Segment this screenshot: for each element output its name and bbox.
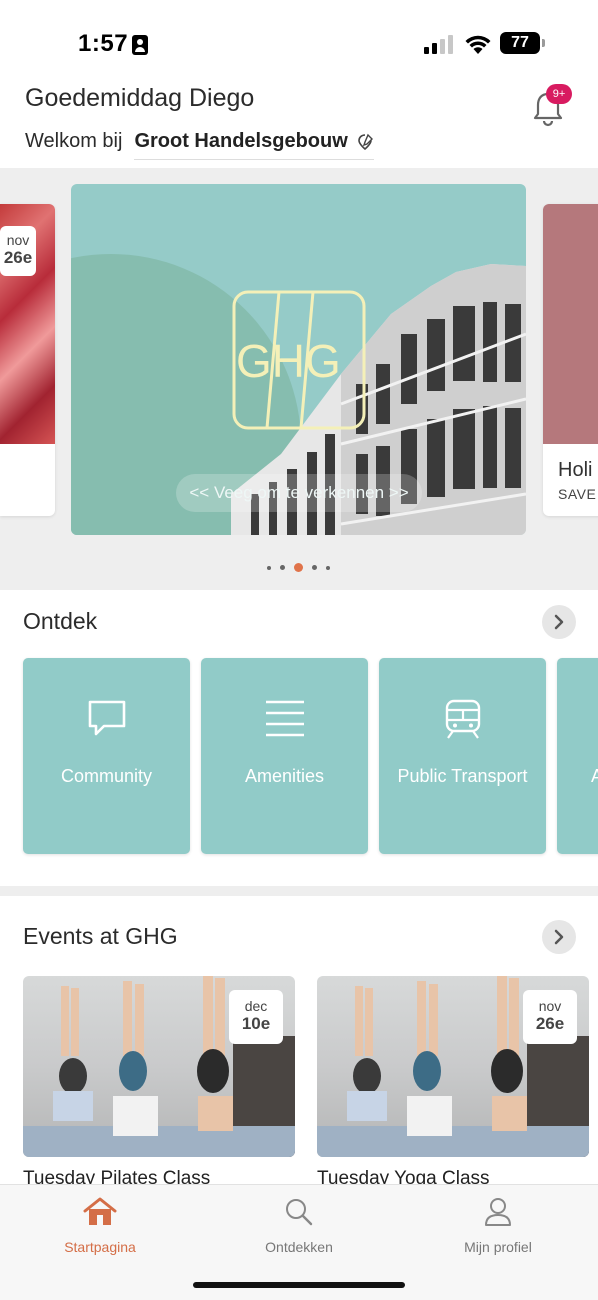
event-image: dec 10e	[23, 976, 295, 1157]
carousel-card-previous[interactable]: nov 26e	[0, 204, 55, 516]
status-time: 1:57	[78, 30, 129, 57]
discover-more-button[interactable]	[542, 605, 576, 639]
discover-title: Ontdek	[23, 608, 98, 634]
card-title: Holi	[558, 459, 593, 481]
pagination-dot[interactable]	[312, 565, 317, 570]
search-icon	[286, 1199, 313, 1226]
tile-public-transport[interactable]: Public Transport	[379, 658, 546, 854]
date-day: 10e	[241, 1014, 271, 1033]
ghg-logo: GHG	[232, 290, 366, 430]
tab-profile[interactable]: Mijn profiel	[398, 1195, 598, 1255]
carousel-card-hero[interactable]: GHG << Veeg om te verkennen >>	[71, 184, 526, 535]
date-day: 26e	[535, 1014, 565, 1033]
battery-indicator: 77	[500, 32, 545, 54]
pagination-dot[interactable]	[326, 565, 330, 570]
logo-text: GHG	[236, 335, 341, 387]
events-more-button[interactable]	[542, 920, 576, 954]
greeting-text: Goedemiddag Diego	[25, 84, 255, 112]
date-month: nov	[538, 998, 562, 1014]
home-icon	[83, 1197, 117, 1225]
tile-amenities[interactable]: Amenities	[201, 658, 368, 854]
date-day: 26e	[3, 248, 33, 267]
tile-label: Amenities	[244, 766, 325, 786]
pagination-dot[interactable]	[280, 565, 285, 570]
cellular-signal-icon	[424, 34, 454, 54]
tab-home[interactable]: Startpagina	[0, 1195, 200, 1255]
welcome-row: Welkom bij Groot Handelsgebouw	[25, 130, 374, 160]
section-divider	[0, 886, 598, 896]
status-bar: 1:57 77	[0, 0, 598, 80]
events-list: dec 10e Tuesday Pilates Class nov 26e Tu…	[23, 976, 589, 1189]
date-badge: nov 26e	[523, 990, 577, 1044]
building-selector[interactable]: Groot Handelsgebouw	[134, 130, 374, 160]
event-card[interactable]: dec 10e Tuesday Pilates Class	[23, 976, 295, 1189]
carousel-pagination	[267, 563, 330, 572]
tab-discover[interactable]: Ontdekken	[199, 1195, 399, 1255]
date-month: dec	[244, 998, 268, 1014]
event-card[interactable]: nov 26e Tuesday Yoga Class	[317, 976, 589, 1189]
building-name: Groot Handelsgebouw	[134, 130, 348, 152]
location-edit-icon	[357, 133, 373, 150]
pagination-dot[interactable]	[267, 565, 271, 570]
event-image: nov 26e	[317, 976, 589, 1157]
chat-bubble-icon	[88, 700, 125, 736]
pagination-dot-active[interactable]	[294, 563, 303, 572]
tile-partial[interactable]: A	[557, 658, 598, 854]
tile-community[interactable]: Community	[23, 658, 190, 854]
events-title: Events at GHG	[23, 923, 178, 949]
card-subtitle: SAVE	[558, 486, 597, 502]
tile-label: Public Transport	[397, 766, 528, 786]
contact-card-icon	[132, 35, 148, 55]
tile-label: A	[591, 766, 598, 786]
tile-label: Community	[60, 766, 153, 786]
carousel-card-next[interactable]: Holi SAVE	[543, 204, 598, 516]
train-icon	[445, 699, 480, 739]
list-icon	[265, 700, 304, 737]
notification-badge: 9+	[546, 84, 572, 104]
welcome-prefix: Welkom bij	[25, 130, 123, 152]
chevron-right-icon	[554, 929, 564, 945]
event-image	[543, 204, 598, 444]
wifi-icon	[465, 35, 491, 54]
swipe-hint: << Veeg om te verkennen >>	[176, 474, 422, 512]
tab-label: Startpagina	[64, 1239, 136, 1255]
tab-label: Mijn profiel	[464, 1239, 532, 1255]
date-badge: dec 10e	[229, 990, 283, 1044]
user-icon	[485, 1198, 511, 1226]
date-month: nov	[6, 232, 30, 248]
chevron-right-icon	[554, 614, 564, 630]
tab-label: Ontdekken	[265, 1239, 333, 1255]
discover-tiles: Community Amenities Public Transport A	[23, 658, 598, 854]
date-badge: nov 26e	[0, 226, 36, 276]
home-indicator[interactable]	[193, 1282, 405, 1288]
